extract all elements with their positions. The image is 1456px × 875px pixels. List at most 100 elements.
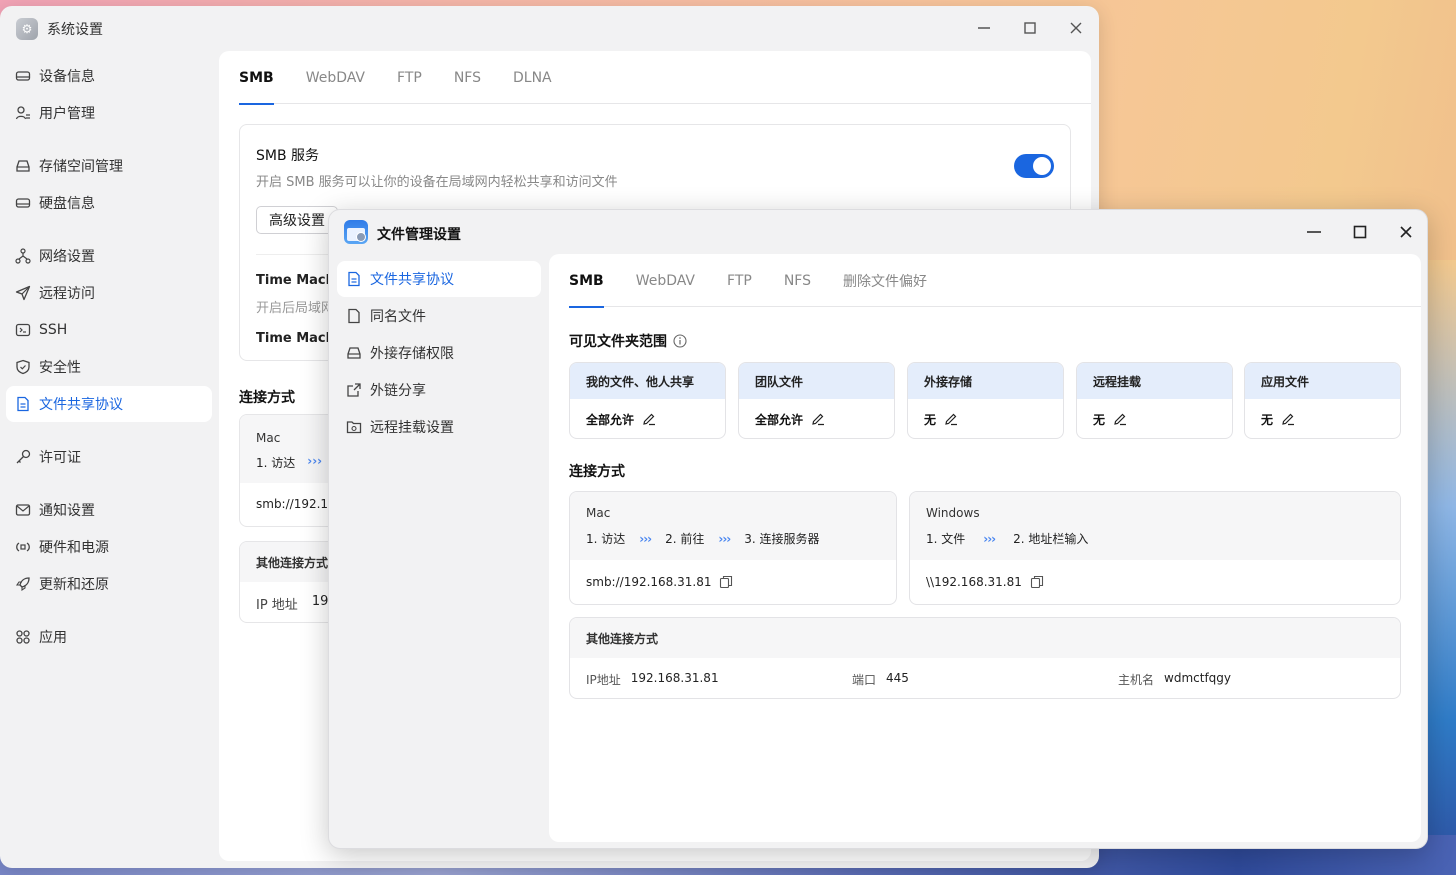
sidebar-item-user-management[interactable]: 用户管理 [6, 95, 212, 131]
sidebar-item-apps[interactable]: 应用 [6, 619, 212, 655]
sidebar-item-label: 硬盘信息 [39, 196, 95, 212]
scope-head: 我的文件、他人共享 [570, 363, 725, 399]
sidebar-item-notifications[interactable]: 通知设置 [6, 492, 212, 528]
maximize-icon[interactable] [1020, 18, 1040, 38]
sidebar-item-label: 文件共享协议 [39, 397, 123, 413]
doc-icon [346, 271, 362, 287]
port-value: 445 [886, 671, 909, 685]
file-settings-content: SMB WebDAV FTP NFS 删除文件偏好 可见文件夹范围 我的文件、他… [549, 254, 1421, 842]
port-label: 端口 [852, 673, 877, 687]
conn-step: 1. 文件 [926, 532, 966, 546]
file-management-settings-window: 文件管理设置 文件共享协议 同名文件 外接存储权限 外链分享 远程挂载设置 SM… [328, 209, 1428, 849]
maximize-icon[interactable] [1350, 222, 1370, 242]
sidebar-item-remote-mount-settings[interactable]: 远程挂载设置 [337, 409, 541, 445]
protocol-tabs: SMB WebDAV FTP NFS 删除文件偏好 [569, 254, 1421, 308]
sidebar-item-same-name-files[interactable]: 同名文件 [337, 298, 541, 334]
tab-ftp[interactable]: FTP [397, 51, 422, 104]
sidebar-item-storage[interactable]: 存储空间管理 [6, 148, 212, 184]
minimize-icon[interactable] [1304, 222, 1324, 242]
time-machine-desc: 开启后局域网 [256, 301, 335, 316]
smb-service-toggle[interactable] [1014, 154, 1054, 178]
tab-nfs[interactable]: NFS [784, 254, 811, 307]
scope-head: 团队文件 [739, 363, 894, 399]
close-icon[interactable] [1396, 222, 1416, 242]
sidebar-item-update-restore[interactable]: 更新和还原 [6, 566, 212, 602]
edit-icon[interactable] [1113, 412, 1127, 426]
device-icon [15, 68, 31, 84]
sidebar-item-network[interactable]: 网络设置 [6, 238, 212, 274]
tab-smb[interactable]: SMB [569, 254, 604, 308]
sidebar-item-external-storage-permission[interactable]: 外接存储权限 [337, 335, 541, 371]
tab-webdav[interactable]: WebDAV [306, 51, 365, 104]
share-icon [346, 382, 362, 398]
sidebar-item-label: 应用 [39, 630, 67, 646]
sidebar-item-file-sharing-protocol[interactable]: 文件共享协议 [337, 261, 541, 297]
sidebar-item-license[interactable]: 许可证 [6, 439, 212, 475]
host-value: wdmctfqgy [1164, 671, 1231, 685]
scope-card-team-files: 团队文件 全部允许 [738, 362, 895, 439]
conn-address: smb://192.168.31.81 [586, 575, 712, 589]
terminal-icon [15, 322, 31, 338]
conn-step: 1. 访达 [256, 456, 296, 470]
conn-step: 2. 地址栏输入 [1013, 532, 1089, 546]
folder-icon [346, 419, 362, 435]
connection-section-title: 连接方式 [239, 390, 295, 406]
edit-icon[interactable] [642, 412, 656, 426]
scope-title-text: 可见文件夹范围 [569, 334, 667, 350]
file-icon [346, 308, 362, 324]
disk-icon [15, 195, 31, 211]
scope-section-title: 可见文件夹范围 [569, 331, 687, 351]
system-settings-logo-icon: ⚙ [16, 18, 38, 40]
tab-webdav[interactable]: WebDAV [636, 254, 695, 307]
tab-ftp[interactable]: FTP [727, 254, 752, 307]
windows-connection-card: Windows 1. 文件 ››› 2. 地址栏输入 \\192.168.31.… [909, 491, 1401, 605]
info-icon[interactable] [673, 334, 687, 348]
sidebar-item-external-link-share[interactable]: 外链分享 [337, 372, 541, 408]
tab-smb[interactable]: SMB [239, 51, 274, 105]
tab-delete-file-preference[interactable]: 删除文件偏好 [843, 254, 927, 307]
mail-icon [15, 502, 31, 518]
sidebar-item-security[interactable]: 安全性 [6, 349, 212, 385]
scope-card-remote-mount: 远程挂载 无 [1076, 362, 1233, 439]
conn-step: 1. 访达 [586, 532, 626, 546]
send-icon [15, 285, 31, 301]
sidebar-item-label: 网络设置 [39, 249, 95, 265]
close-icon[interactable] [1066, 18, 1086, 38]
minimize-icon[interactable] [974, 18, 994, 38]
sidebar-item-ssh[interactable]: SSH [6, 312, 212, 348]
sidebar-item-disk-info[interactable]: 硬盘信息 [6, 185, 212, 221]
sidebar-item-label: 远程访问 [39, 286, 95, 302]
edit-icon[interactable] [811, 412, 825, 426]
edit-icon[interactable] [944, 412, 958, 426]
sidebar-item-label: 文件共享协议 [370, 272, 454, 288]
advanced-settings-button[interactable]: 高级设置 [256, 206, 338, 234]
scope-value: 无 [1261, 412, 1274, 427]
conn-arrows: ››› [307, 454, 323, 468]
sidebar-item-label: 许可证 [39, 450, 81, 466]
sidebar-item-file-sharing[interactable]: 文件共享协议 [6, 386, 212, 422]
titlebar[interactable]: 文件管理设置 [329, 210, 1427, 254]
sidebar-item-label: 远程挂载设置 [370, 420, 454, 436]
sidebar-item-label: 通知设置 [39, 503, 95, 519]
copy-icon[interactable] [719, 575, 733, 589]
sidebar-item-remote-access[interactable]: 远程访问 [6, 275, 212, 311]
window-title: 系统设置 [47, 22, 103, 38]
sidebar-item-device-info[interactable]: 设备信息 [6, 58, 212, 94]
titlebar[interactable]: ⚙ 系统设置 [0, 6, 1099, 50]
other-connection-card: 其他连接方式 IP地址 192.168.31.81 端口 445 主机名 wdm… [569, 617, 1401, 699]
ip-label: IP地址 [586, 673, 621, 687]
conn-os: Windows [926, 506, 980, 520]
conn-step: 3. 连接服务器 [744, 532, 820, 546]
tab-dlna[interactable]: DLNA [513, 51, 552, 104]
conn-arrows: ››› [639, 531, 652, 546]
rocket-icon [15, 576, 31, 592]
shield-icon [15, 359, 31, 375]
copy-icon[interactable] [1030, 575, 1044, 589]
edit-icon[interactable] [1281, 412, 1295, 426]
file-manager-logo-icon [344, 220, 368, 244]
tab-nfs[interactable]: NFS [454, 51, 481, 104]
time-machine-title: Time Machi [256, 273, 340, 288]
sidebar-item-hardware-power[interactable]: 硬件和电源 [6, 529, 212, 565]
network-icon [15, 248, 31, 264]
scope-value: 无 [1093, 412, 1106, 427]
